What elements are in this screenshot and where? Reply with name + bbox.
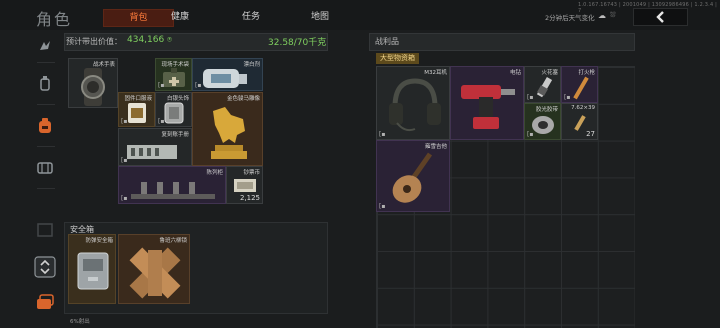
value-amount: 434,166 ⍟ — [127, 35, 172, 45]
inventory-item[interactable]: 现场手术袋 [▪ — [155, 58, 192, 91]
sidebar-divider — [37, 62, 55, 63]
coin-icon: ⍟ — [167, 35, 172, 44]
inventory-item[interactable]: 白银头饰 [▪ — [155, 92, 192, 127]
sidebar-divider — [37, 146, 55, 147]
inventory-item[interactable]: 金色骏马雕像 — [192, 92, 263, 166]
info-icon: [▪ — [379, 203, 386, 210]
value-label: 预计带出价值： — [66, 37, 122, 46]
horse-statue-icon — [211, 107, 247, 159]
info-icon: [▪ — [121, 118, 128, 125]
page-title: 角色 — [36, 10, 73, 29]
inventory-item[interactable]: 陈列柜 [▪ — [118, 166, 226, 204]
tab-health[interactable]: 健康 — [150, 9, 210, 25]
inventory-item[interactable]: 战术手表 — [68, 58, 118, 108]
loot-item[interactable]: 胶光胶带 [▪ — [524, 103, 561, 140]
info-icon: [▪ — [379, 131, 386, 138]
info-icon: [▪ — [121, 157, 128, 164]
loot-item[interactable]: 7.62×39 27 — [561, 103, 598, 140]
info-icon: [▪ — [564, 94, 571, 101]
guitar-icon — [392, 152, 433, 203]
info-icon: [▪ — [158, 118, 165, 125]
weight-readout: 32.58/70千克 — [268, 38, 327, 48]
info-icon: [▪ — [527, 94, 534, 101]
loot-item[interactable]: 打火枪 [▪ — [561, 66, 598, 103]
lighter-icon — [573, 76, 589, 100]
tab-quests[interactable]: 任务 — [221, 9, 281, 25]
safe-box-icon[interactable] — [33, 218, 57, 242]
sidebar-divider — [37, 104, 55, 105]
inventory-item[interactable]: 固件口服液 [▪ — [118, 92, 155, 127]
drill-icon — [461, 85, 515, 129]
tape-icon — [532, 116, 554, 134]
info-icon: [▪ — [121, 195, 128, 202]
loot-item[interactable]: 火花塞 [▪ — [524, 66, 561, 103]
watch-icon — [81, 68, 105, 106]
sidebar-divider — [37, 188, 55, 189]
loot-title: 战利品 — [375, 37, 399, 46]
headset-icon — [389, 78, 441, 132]
chest-rig-icon[interactable] — [33, 156, 57, 180]
surgery-bag-icon — [163, 68, 185, 87]
safe-item[interactable]: 鲁班六柳锁 — [118, 234, 190, 304]
info-icon: [▪ — [527, 131, 534, 138]
tab-map[interactable]: 地图 — [290, 9, 350, 25]
silver-icon — [164, 102, 184, 124]
ledger-icon — [127, 145, 177, 159]
backpack-icon[interactable] — [33, 114, 57, 138]
inventory-item[interactable]: 钞票币 2,125 — [226, 166, 263, 204]
banknote-icon — [234, 179, 256, 192]
character-icon[interactable] — [33, 34, 57, 58]
crate-tag: 大型物资箱 — [376, 53, 419, 64]
wooden-puzzle-icon — [129, 247, 181, 299]
equipment-icon[interactable] — [33, 72, 57, 96]
info-icon: [▪ — [158, 82, 165, 89]
safe-footer: 6%射出 — [70, 319, 90, 325]
swap-icon[interactable] — [33, 255, 57, 279]
cloud-icon: ☁ — [598, 11, 606, 20]
safe-item[interactable]: 防弹安全箱 — [68, 234, 116, 304]
bleach-icon — [203, 69, 247, 88]
chevron-left-icon — [655, 11, 664, 23]
rain-icon: ⛆ — [610, 11, 616, 19]
back-button[interactable] — [633, 8, 688, 26]
info-icon: [▪ — [195, 82, 202, 89]
spark-plug-icon — [536, 76, 553, 98]
inventory-item[interactable]: 漂白剂 [▪ — [192, 58, 263, 91]
cards-icon[interactable] — [33, 290, 57, 314]
loot-bar — [369, 33, 635, 51]
safe-case-icon — [77, 252, 109, 290]
loot-item[interactable]: 电钻 — [450, 66, 524, 140]
loot-item[interactable]: 雍雪吉他 [▪ — [376, 140, 450, 212]
loot-item[interactable]: M32耳机 [▪ — [376, 66, 450, 140]
inventory-item[interactable]: 复刻账手册 [▪ — [118, 128, 192, 166]
oral-liquid-icon — [128, 103, 146, 123]
weather-text: 2分钟后天气变化 — [545, 14, 595, 22]
rack-icon — [131, 182, 215, 199]
